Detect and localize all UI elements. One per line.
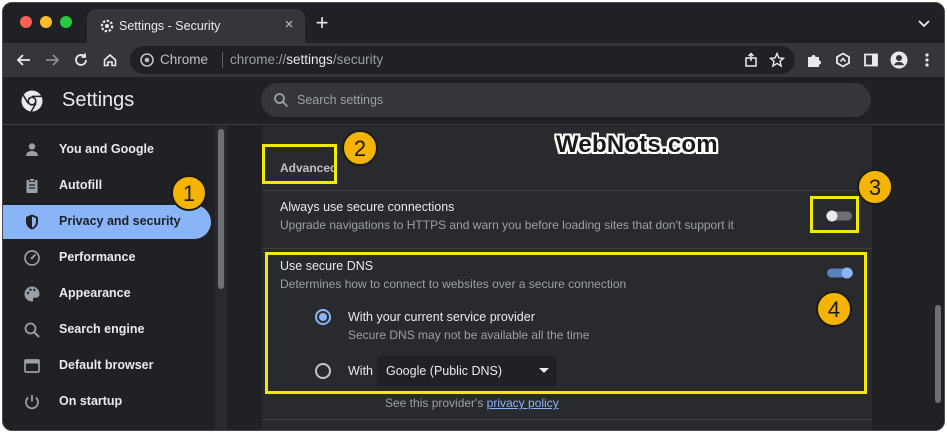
hexagon-extension-icon <box>836 52 850 68</box>
callout-badge-3: 3 <box>857 169 893 205</box>
kebab-menu-icon <box>925 53 929 67</box>
url-prefix: chrome:// <box>230 52 287 67</box>
omnibox-url[interactable]: chrome://settings/security <box>230 52 383 67</box>
sidebar-scrollbar[interactable] <box>218 129 224 289</box>
profile-avatar-icon <box>890 51 908 69</box>
share-icon[interactable] <box>743 52 759 68</box>
window-close-button[interactable] <box>20 16 32 28</box>
highlight-secure-dns <box>265 252 867 394</box>
search-input[interactable] <box>297 83 857 117</box>
sidebar-item-label: Performance <box>59 250 136 264</box>
settings-sidebar: You and Google Autofill Privacy and secu… <box>3 126 217 430</box>
chevron-down-icon[interactable] <box>916 15 932 31</box>
chrome-menu-button[interactable] <box>916 49 938 71</box>
https-setting-title: Always use secure connections <box>280 200 455 214</box>
sidebar-item-label: Autofill <box>59 178 103 192</box>
divider <box>262 419 872 420</box>
page-title: Settings <box>62 89 135 111</box>
reload-button[interactable] <box>70 49 92 71</box>
power-icon <box>25 395 39 410</box>
tab-strip: Settings - Security × + <box>3 3 944 43</box>
home-button[interactable] <box>99 49 121 71</box>
url-path: /security <box>332 52 384 67</box>
sidebar-item-performance[interactable]: Performance <box>3 241 211 275</box>
tab-settings-security[interactable]: Settings - Security × <box>87 9 305 43</box>
sidebar-item-on-startup[interactable]: On startup <box>3 385 211 419</box>
sidebar-item-label: Privacy and security <box>59 214 181 228</box>
palette-icon <box>24 286 40 302</box>
sidebar-item-label: Default browser <box>59 358 154 372</box>
clipboard-icon <box>26 178 38 193</box>
privacy-policy-link[interactable]: privacy policy <box>487 396 559 410</box>
side-panel-icon <box>864 53 878 67</box>
highlight-https-toggle <box>810 196 859 233</box>
omnibox-site-chip: Chrome <box>160 52 209 67</box>
arrow-right-icon <box>46 54 60 66</box>
watermark: WebNots.com <box>556 131 718 158</box>
sidebar-item-appearance[interactable]: Appearance <box>3 277 211 311</box>
sidebar-item-privacy-and-security[interactable]: Privacy and security <box>3 205 211 239</box>
extensions-button[interactable] <box>803 49 825 71</box>
bookmark-star-icon[interactable] <box>769 52 785 68</box>
sidebar-item-you-and-google[interactable]: You and Google <box>3 133 211 167</box>
tab-close-icon[interactable]: × <box>281 17 297 33</box>
chrome-logo-icon <box>140 53 154 67</box>
side-panel-button[interactable] <box>860 49 882 71</box>
provider-privacy-note: See this provider's privacy policy <box>385 396 559 410</box>
person-icon <box>26 143 38 156</box>
back-button[interactable] <box>13 49 35 71</box>
https-setting-description: Upgrade navigations to HTTPS and warn yo… <box>280 218 734 232</box>
divider <box>262 248 872 249</box>
main-scrollbar[interactable] <box>935 305 941 403</box>
profile-button[interactable] <box>888 49 910 71</box>
divider <box>262 190 872 191</box>
puzzle-icon <box>808 55 821 67</box>
window-minimize-button[interactable] <box>40 16 52 28</box>
speedometer-icon <box>24 250 40 266</box>
sidebar-item-label: Appearance <box>59 286 131 300</box>
home-icon <box>103 53 117 67</box>
callout-badge-4: 4 <box>816 291 852 327</box>
browser-toolbar: Chrome chrome://settings/security <box>3 43 944 77</box>
arrow-left-icon <box>16 54 30 66</box>
address-bar[interactable]: Chrome chrome://settings/security <box>130 46 795 74</box>
chrome-settings-logo-icon <box>21 90 43 112</box>
sidebar-item-label: On startup <box>59 394 123 408</box>
gear-icon <box>100 19 114 33</box>
callout-badge-1: 1 <box>171 175 207 211</box>
search-box[interactable] <box>261 83 871 117</box>
new-tab-button[interactable]: + <box>313 12 331 34</box>
callout-badge-2: 2 <box>342 130 378 166</box>
forward-button[interactable] <box>41 49 63 71</box>
search-icon <box>24 322 40 338</box>
privacy-note-text: See this provider's <box>385 396 487 410</box>
settings-header: Settings <box>3 77 944 125</box>
omnibox-separator <box>222 52 223 68</box>
sidebar-item-search-engine[interactable]: Search engine <box>3 313 211 347</box>
url-host: settings <box>286 52 333 67</box>
tab-title: Settings - Security <box>119 19 221 33</box>
sidebar-item-label: You and Google <box>59 142 154 156</box>
search-icon <box>274 93 289 108</box>
sidebar-item-label: Search engine <box>59 322 145 336</box>
browser-window-icon <box>24 359 40 373</box>
sidebar-item-default-browser[interactable]: Default browser <box>3 349 211 383</box>
extension-feedly-button[interactable] <box>832 49 854 71</box>
highlight-advanced <box>262 144 337 184</box>
window-maximize-button[interactable] <box>60 16 72 28</box>
shield-icon <box>26 214 38 230</box>
reload-icon <box>75 53 87 66</box>
